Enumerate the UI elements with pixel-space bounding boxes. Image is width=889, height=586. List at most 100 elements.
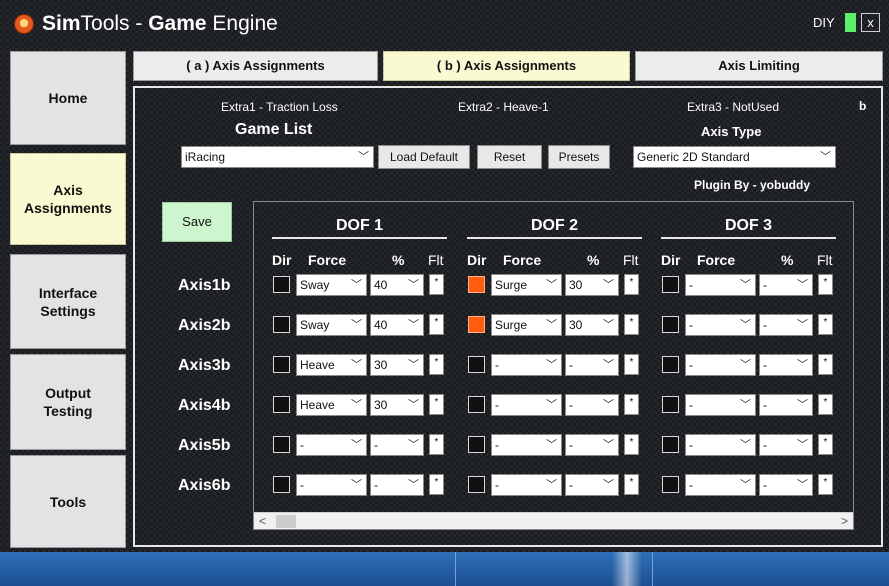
percent-select[interactable]: - ﹀ <box>759 354 813 376</box>
percent-select[interactable]: - ﹀ <box>565 354 619 376</box>
filter-button[interactable]: * <box>624 434 639 455</box>
force-select[interactable]: - ﹀ <box>685 394 756 416</box>
direction-checkbox[interactable] <box>468 316 485 333</box>
close-button[interactable]: x <box>861 13 880 32</box>
force-select[interactable]: - ﹀ <box>685 274 756 296</box>
scroll-left-icon[interactable]: < <box>259 513 266 530</box>
nav-home-button[interactable]: Home <box>10 51 126 145</box>
filter-button[interactable]: * <box>818 354 833 375</box>
percent-select[interactable]: - ﹀ <box>759 474 813 496</box>
percent-select[interactable]: - ﹀ <box>759 274 813 296</box>
force-select[interactable]: - ﹀ <box>685 434 756 456</box>
force-select[interactable]: Surge ﹀ <box>491 274 562 296</box>
direction-checkbox[interactable] <box>468 276 485 293</box>
chevron-down-icon: ﹀ <box>351 279 362 291</box>
percent-select[interactable]: 30 ﹀ <box>565 314 619 336</box>
direction-checkbox[interactable] <box>662 356 679 373</box>
tab-2[interactable]: ( b ) Axis Assignments <box>383 51 630 81</box>
direction-checkbox[interactable] <box>468 476 485 493</box>
filter-button[interactable]: * <box>818 474 833 495</box>
percent-select[interactable]: - ﹀ <box>565 434 619 456</box>
taskbar <box>0 552 889 586</box>
direction-checkbox[interactable] <box>273 276 290 293</box>
chevron-down-icon: ﹀ <box>740 439 751 451</box>
nav-axis-assignments-button[interactable]: Axis Assignments <box>10 153 126 245</box>
diy-toggle[interactable] <box>845 13 856 32</box>
load-default-button[interactable]: Load Default <box>378 145 470 169</box>
filter-button[interactable]: * <box>429 434 444 455</box>
filter-button[interactable]: * <box>429 394 444 415</box>
horizontal-scrollbar[interactable]: < > <box>254 512 853 529</box>
filter-button[interactable]: * <box>818 394 833 415</box>
nav-interface-settings-button[interactable]: Interface Settings <box>10 254 126 349</box>
direction-checkbox[interactable] <box>468 356 485 373</box>
force-select[interactable]: - ﹀ <box>491 394 562 416</box>
nav-label: Home <box>48 90 88 106</box>
force-select[interactable]: - ﹀ <box>685 354 756 376</box>
direction-checkbox[interactable] <box>662 436 679 453</box>
direction-checkbox[interactable] <box>662 316 679 333</box>
save-button[interactable]: Save <box>162 202 232 242</box>
tab-1[interactable]: ( a ) Axis Assignments <box>133 51 378 81</box>
filter-button[interactable]: * <box>624 394 639 415</box>
force-select[interactable]: - ﹀ <box>296 434 367 456</box>
percent-select[interactable]: 30 ﹀ <box>370 354 424 376</box>
percent-value: 30 <box>374 358 388 372</box>
direction-checkbox[interactable] <box>273 436 290 453</box>
direction-checkbox[interactable] <box>273 356 290 373</box>
presets-button[interactable]: Presets <box>548 145 610 169</box>
force-select[interactable]: - ﹀ <box>491 354 562 376</box>
game-list-select[interactable]: iRacing ﹀ <box>181 146 374 168</box>
force-select[interactable]: Surge ﹀ <box>491 314 562 336</box>
reset-button[interactable]: Reset <box>477 145 542 169</box>
percent-select[interactable]: 40 ﹀ <box>370 314 424 336</box>
scroll-right-icon[interactable]: > <box>841 513 848 530</box>
filter-button[interactable]: * <box>818 314 833 335</box>
direction-checkbox[interactable] <box>273 316 290 333</box>
force-select[interactable]: - ﹀ <box>685 314 756 336</box>
filter-button[interactable]: * <box>429 274 444 295</box>
nav-tools-button[interactable]: Tools <box>10 455 126 548</box>
nav-output-testing-button[interactable]: Output Testing <box>10 354 126 450</box>
percent-select[interactable]: - ﹀ <box>565 394 619 416</box>
force-select[interactable]: Heave ﹀ <box>296 354 367 376</box>
filter-button[interactable]: * <box>624 354 639 375</box>
force-select[interactable]: Sway ﹀ <box>296 314 367 336</box>
percent-select[interactable]: - ﹀ <box>759 394 813 416</box>
filter-button[interactable]: * <box>429 314 444 335</box>
percent-select[interactable]: - ﹀ <box>759 314 813 336</box>
direction-checkbox[interactable] <box>662 476 679 493</box>
filter-button[interactable]: * <box>429 474 444 495</box>
percent-select[interactable]: 40 ﹀ <box>370 274 424 296</box>
filter-button[interactable]: * <box>818 434 833 455</box>
direction-checkbox[interactable] <box>662 396 679 413</box>
force-select[interactable]: Heave ﹀ <box>296 394 367 416</box>
filter-button[interactable]: * <box>624 474 639 495</box>
direction-checkbox[interactable] <box>468 436 485 453</box>
tab-3[interactable]: Axis Limiting <box>635 51 883 81</box>
direction-checkbox[interactable] <box>662 276 679 293</box>
filter-button[interactable]: * <box>818 274 833 295</box>
chevron-down-icon: ﹀ <box>351 399 362 411</box>
force-select[interactable]: - ﹀ <box>685 474 756 496</box>
percent-select[interactable]: 30 ﹀ <box>370 394 424 416</box>
scroll-thumb[interactable] <box>276 515 296 528</box>
nav-label: Output Testing <box>43 385 93 419</box>
force-value: - <box>495 398 499 412</box>
force-select[interactable]: - ﹀ <box>491 474 562 496</box>
filter-button[interactable]: * <box>624 314 639 335</box>
axis-type-select[interactable]: Generic 2D Standard ﹀ <box>633 146 836 168</box>
percent-select[interactable]: - ﹀ <box>370 474 424 496</box>
direction-checkbox[interactable] <box>468 396 485 413</box>
force-select[interactable]: Sway ﹀ <box>296 274 367 296</box>
percent-select[interactable]: - ﹀ <box>565 474 619 496</box>
direction-checkbox[interactable] <box>273 476 290 493</box>
percent-select[interactable]: - ﹀ <box>759 434 813 456</box>
direction-checkbox[interactable] <box>273 396 290 413</box>
filter-button[interactable]: * <box>624 274 639 295</box>
force-select[interactable]: - ﹀ <box>296 474 367 496</box>
percent-select[interactable]: 30 ﹀ <box>565 274 619 296</box>
force-select[interactable]: - ﹀ <box>491 434 562 456</box>
filter-button[interactable]: * <box>429 354 444 375</box>
percent-select[interactable]: - ﹀ <box>370 434 424 456</box>
